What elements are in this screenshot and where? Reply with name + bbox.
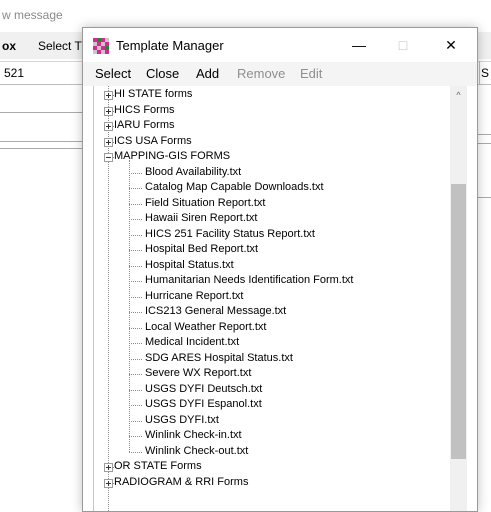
menu-select[interactable]: Select bbox=[95, 66, 131, 81]
close-window-button[interactable]: ✕ bbox=[429, 28, 473, 62]
collapse-icon[interactable] bbox=[104, 153, 113, 162]
app-icon bbox=[93, 38, 109, 54]
menu-edit[interactable]: Edit bbox=[300, 66, 322, 81]
background-grid-row-line bbox=[478, 143, 491, 144]
template-file-item[interactable]: Field Situation Report.txt bbox=[145, 197, 265, 210]
template-file-item[interactable]: Blood Availability.txt bbox=[145, 166, 241, 179]
background-grid-row-line bbox=[0, 148, 82, 149]
tree-connector bbox=[129, 451, 142, 454]
menu-remove[interactable]: Remove bbox=[237, 66, 285, 81]
tree-folder[interactable]: HICS Forms bbox=[114, 104, 175, 117]
background-grid-row-line bbox=[478, 197, 491, 198]
tree-connector bbox=[129, 203, 142, 206]
template-file-item[interactable]: Hawaii Siren Report.txt bbox=[145, 212, 258, 225]
maximize-button[interactable]: □ bbox=[381, 28, 425, 62]
maximize-icon: □ bbox=[398, 37, 408, 53]
background-menu-item-select[interactable]: Select T bbox=[38, 39, 82, 53]
chevron-up-icon: ^ bbox=[456, 89, 461, 100]
template-file-item[interactable]: Catalog Map Capable Downloads.txt bbox=[145, 181, 324, 194]
scroll-up-button[interactable]: ^ bbox=[450, 86, 467, 103]
template-file-item[interactable]: Local Weather Report.txt bbox=[145, 321, 266, 334]
background-grid-row-line bbox=[0, 141, 82, 142]
tree-connector bbox=[129, 265, 142, 268]
template-file-item[interactable]: USGS DYFI Espanol.txt bbox=[145, 398, 262, 411]
template-tree[interactable]: HI STATE forms HICS Forms IARU Forms ICS US… bbox=[83, 86, 477, 511]
tree-connector bbox=[129, 420, 142, 423]
template-file-item[interactable]: SDG ARES Hospital Status.txt bbox=[145, 352, 293, 365]
tree-connector bbox=[129, 172, 142, 175]
menu-add[interactable]: Add bbox=[196, 66, 219, 81]
tree-connector bbox=[129, 389, 142, 392]
minimize-icon: — bbox=[352, 37, 366, 53]
tree-connector bbox=[129, 436, 142, 438]
tree-connector bbox=[129, 250, 142, 252]
template-manager-window: Template Manager — □ ✕ Select Close Add … bbox=[82, 27, 478, 512]
tree-connector bbox=[129, 312, 142, 314]
background-grid-row-line bbox=[0, 112, 82, 113]
window-title: Template Manager bbox=[116, 38, 224, 53]
expand-icon[interactable] bbox=[104, 478, 113, 488]
tree-folder[interactable]: IARU Forms bbox=[114, 119, 175, 132]
template-manager-titlebar[interactable]: Template Manager — □ ✕ bbox=[83, 28, 477, 62]
background-window-title: w message bbox=[2, 8, 63, 22]
template-file-item[interactable]: Hurricane Report.txt bbox=[145, 290, 243, 303]
scroll-thumb[interactable] bbox=[451, 184, 466, 459]
background-grid-header-right: S bbox=[481, 66, 490, 80]
tree-folder[interactable]: ICS USA Forms bbox=[114, 135, 192, 148]
tree-connector bbox=[129, 374, 142, 376]
tree-connector bbox=[129, 234, 142, 237]
expand-icon[interactable] bbox=[104, 137, 113, 147]
template-file-item[interactable]: HICS 251 Facility Status Report.txt bbox=[145, 228, 315, 241]
menu-close[interactable]: Close bbox=[146, 66, 179, 81]
expand-icon[interactable] bbox=[104, 91, 113, 100]
template-file-item[interactable]: Hospital Bed Report.txt bbox=[145, 243, 258, 256]
expand-icon[interactable] bbox=[104, 122, 113, 131]
template-manager-menubar: Select Close Add Remove Edit bbox=[83, 62, 477, 86]
expand-icon[interactable] bbox=[104, 463, 113, 472]
tree-connector bbox=[129, 296, 142, 299]
tree-root-guide bbox=[108, 86, 110, 511]
tree-connector bbox=[129, 281, 142, 283]
template-file-item[interactable]: USGS DYFI.txt bbox=[145, 414, 219, 427]
tree-folder[interactable]: HI STATE forms bbox=[114, 88, 192, 101]
template-file-item[interactable]: Winlink Check-out.txt bbox=[145, 445, 248, 458]
tree-connector bbox=[129, 188, 142, 190]
tree-connector bbox=[129, 405, 142, 407]
background-menu-item-inbox[interactable]: ox bbox=[2, 39, 16, 53]
tree-folder[interactable]: RADIOGRAM & RRI Forms bbox=[114, 476, 248, 489]
template-file-item[interactable]: Medical Incident.txt bbox=[145, 336, 239, 349]
background-grid-row-line bbox=[478, 134, 491, 135]
tree-connector bbox=[129, 343, 142, 345]
template-file-item[interactable]: USGS DYFI Deutsch.txt bbox=[145, 383, 262, 396]
tree-folder[interactable]: OR STATE Forms bbox=[114, 460, 202, 473]
minimize-button[interactable]: — bbox=[337, 28, 381, 62]
template-file-item[interactable]: ICS213 General Message.txt bbox=[145, 305, 286, 318]
tree-scrollbar[interactable]: ^ bbox=[450, 86, 467, 511]
tree-connector bbox=[129, 327, 142, 330]
tree-left-border bbox=[93, 86, 94, 511]
close-icon: ✕ bbox=[445, 36, 457, 53]
expand-icon[interactable] bbox=[104, 106, 113, 116]
template-file-item[interactable]: Winlink Check-in.txt bbox=[145, 429, 242, 442]
background-grid-divider bbox=[479, 61, 480, 85]
tree-connector bbox=[129, 219, 142, 221]
tree-connector bbox=[129, 358, 142, 361]
template-file-item[interactable]: Severe WX Report.txt bbox=[145, 367, 251, 380]
background-grid-header-left: 521 bbox=[4, 66, 25, 80]
template-file-item[interactable]: Humanitarian Needs Identification Form.t… bbox=[145, 274, 353, 287]
tree-folder-expanded[interactable]: MAPPING-GIS FORMS bbox=[114, 150, 230, 163]
template-file-item[interactable]: Hospital Status.txt bbox=[145, 259, 234, 272]
